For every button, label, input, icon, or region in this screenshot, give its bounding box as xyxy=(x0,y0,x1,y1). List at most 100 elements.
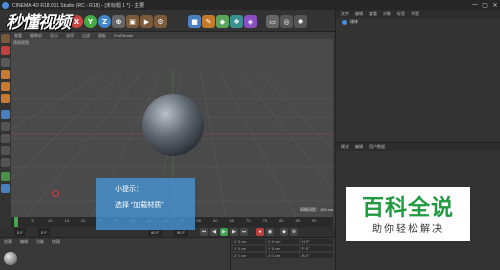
viewport-menubar: 查看 摄像机 显示 选项 过滤 面板 ProRender xyxy=(11,32,333,39)
array-icon[interactable]: ❖ xyxy=(230,15,243,28)
coordinate-field[interactable]: P 0° xyxy=(301,246,333,251)
coordinate-field[interactable]: Y 0 cm xyxy=(233,246,265,251)
coordinate-row: X 0 cm X 0 cm H 0° xyxy=(231,238,335,245)
close-button[interactable]: ✕ xyxy=(490,0,500,10)
cube-icon[interactable]: ■ xyxy=(188,15,201,28)
material-tab-2[interactable]: 功能 xyxy=(36,239,44,245)
snap-icon[interactable] xyxy=(1,122,10,131)
viewport-menu-6[interactable]: ProRender xyxy=(114,33,133,38)
coordinate-row: Z 0 cm Z 0 cm B 0° xyxy=(231,252,335,259)
z-axis-icon[interactable]: Z xyxy=(98,15,111,28)
grid-icon[interactable] xyxy=(1,158,10,167)
keyframe-icon[interactable]: ◆ xyxy=(280,228,288,236)
points-mode-icon[interactable] xyxy=(1,70,10,79)
sculpt-icon[interactable] xyxy=(1,172,10,181)
coordinate-field[interactable]: X 0 cm xyxy=(233,239,265,244)
objects-tab-3[interactable]: 对象 xyxy=(383,11,391,17)
objects-panel: 文件 编辑 查看 对象 标签 书签 球体 xyxy=(335,10,500,142)
coordinates-manager: X 0 cm X 0 cm H 0° Y 0 cm Y 0 cm P 0° Z 0 cm Z … xyxy=(230,237,335,270)
objects-tab-1[interactable]: 编辑 xyxy=(355,11,363,17)
timeline-tick: 5 xyxy=(31,218,34,223)
grid-spacing-readout: 网格间距：100 cm xyxy=(300,207,334,212)
coordinate-field[interactable]: Z 0 cm xyxy=(233,253,265,258)
subdivision-icon[interactable]: ◆ xyxy=(216,15,229,28)
camera-icon[interactable]: ◎ xyxy=(280,15,293,28)
viewport-menu-3[interactable]: 选项 xyxy=(66,33,74,39)
coordinate-field[interactable]: Y 0 cm xyxy=(267,246,299,251)
edges-mode-icon[interactable] xyxy=(1,82,10,91)
material-tab-1[interactable]: 编辑 xyxy=(20,239,28,245)
step-forward-icon[interactable]: ▶ xyxy=(230,228,238,236)
viewport-menu-1[interactable]: 摄像机 xyxy=(30,33,42,39)
motion-icon[interactable]: ⊕ xyxy=(290,228,298,236)
min-frame-field[interactable]: 0 F xyxy=(38,228,50,236)
paint-icon[interactable] xyxy=(1,184,10,193)
axis-mode-icon[interactable] xyxy=(1,110,10,119)
autokey-icon[interactable]: ◉ xyxy=(266,228,274,236)
viewport-menu-4[interactable]: 过滤 xyxy=(82,33,90,39)
render-settings-icon[interactable]: ⚙ xyxy=(154,15,167,28)
timeline-tick: 55 xyxy=(196,218,201,223)
timeline-tick: 15 xyxy=(64,218,69,223)
viewport-label: 透视视图 xyxy=(13,40,29,45)
viewport-menu-2[interactable]: 显示 xyxy=(50,33,58,39)
minimize-button[interactable]: — xyxy=(470,0,480,10)
model-mode-icon[interactable] xyxy=(1,46,10,55)
y-axis-icon[interactable]: Y xyxy=(84,15,97,28)
render-view-icon[interactable]: ▶ xyxy=(140,15,153,28)
sphere-object xyxy=(142,94,204,156)
objects-tab-4[interactable]: 标签 xyxy=(397,11,405,17)
timeline-tick: 80 xyxy=(279,218,284,223)
deformer-icon[interactable]: ◈ xyxy=(244,15,257,28)
timeline-tick: 60 xyxy=(213,218,218,223)
objects-tab-0[interactable]: 文件 xyxy=(341,11,349,17)
material-manager: 创建 编辑 功能 纹理 xyxy=(0,237,230,270)
texture-mode-icon[interactable] xyxy=(1,58,10,67)
step-back-icon[interactable]: ◀ xyxy=(210,228,218,236)
maximize-button[interactable]: ▢ xyxy=(480,0,490,10)
coordinate-field[interactable]: H 0° xyxy=(301,239,333,244)
brand-name: 百科全说 xyxy=(361,196,454,221)
material-tab-3[interactable]: 纹理 xyxy=(52,239,60,245)
material-tabs: 创建 编辑 功能 纹理 xyxy=(0,238,230,245)
video-watermark-logo: 秒懂视频 xyxy=(6,13,71,33)
start-frame-field[interactable]: 0 F xyxy=(14,228,26,236)
objects-tab-5[interactable]: 书签 xyxy=(411,11,419,17)
attributes-tab-2[interactable]: 用户数据 xyxy=(369,144,385,150)
timeline-tick: 10 xyxy=(48,218,53,223)
x-axis-icon[interactable]: X xyxy=(70,15,83,28)
workplane-icon[interactable] xyxy=(1,134,10,143)
polygons-mode-icon[interactable] xyxy=(1,94,10,103)
view-axis-gizmo xyxy=(52,190,59,197)
coordinate-field[interactable]: B 0° xyxy=(301,253,333,258)
attributes-tab-0[interactable]: 模式 xyxy=(341,144,349,150)
record-icon[interactable]: ● xyxy=(256,228,264,236)
window-controls: — ▢ ✕ xyxy=(470,0,500,10)
objects-tab-2[interactable]: 查看 xyxy=(369,11,377,17)
object-row[interactable]: 球体 xyxy=(336,18,500,26)
coordinate-field[interactable]: Z 0 cm xyxy=(267,253,299,258)
floor-icon[interactable]: ▭ xyxy=(266,15,279,28)
coordinate-field[interactable]: X 0 cm xyxy=(267,239,299,244)
viewport-menu-5[interactable]: 面板 xyxy=(98,33,106,39)
material-preview-ball[interactable] xyxy=(4,252,17,265)
go-to-end-icon[interactable]: ⏭ xyxy=(240,228,248,236)
material-tab-0[interactable]: 创建 xyxy=(4,239,12,245)
object-name: 球体 xyxy=(350,19,358,24)
objects-panel-tabs: 文件 编辑 查看 对象 标签 书签 xyxy=(336,10,500,18)
render-region-icon[interactable]: ▣ xyxy=(126,15,139,28)
light-icon[interactable]: ✹ xyxy=(294,15,307,28)
sphere-icon xyxy=(342,19,347,25)
attributes-tab-1[interactable]: 编辑 xyxy=(355,144,363,150)
make-editable-icon[interactable] xyxy=(1,34,10,43)
coordinate-row: Y 0 cm Y 0 cm P 0° xyxy=(231,245,335,252)
timeline-tick: 85 xyxy=(295,218,300,223)
go-to-start-icon[interactable]: ⏮ xyxy=(200,228,208,236)
timeline-tick: 0 xyxy=(15,218,18,223)
pen-icon[interactable]: ✎ xyxy=(202,15,215,28)
viewport-menu-0[interactable]: 查看 xyxy=(14,33,22,39)
timeline-tick: 65 xyxy=(229,218,234,223)
lock-icon[interactable] xyxy=(1,146,10,155)
coord-icon[interactable]: ⊕ xyxy=(112,15,125,28)
play-icon[interactable]: ▶ xyxy=(220,228,228,236)
